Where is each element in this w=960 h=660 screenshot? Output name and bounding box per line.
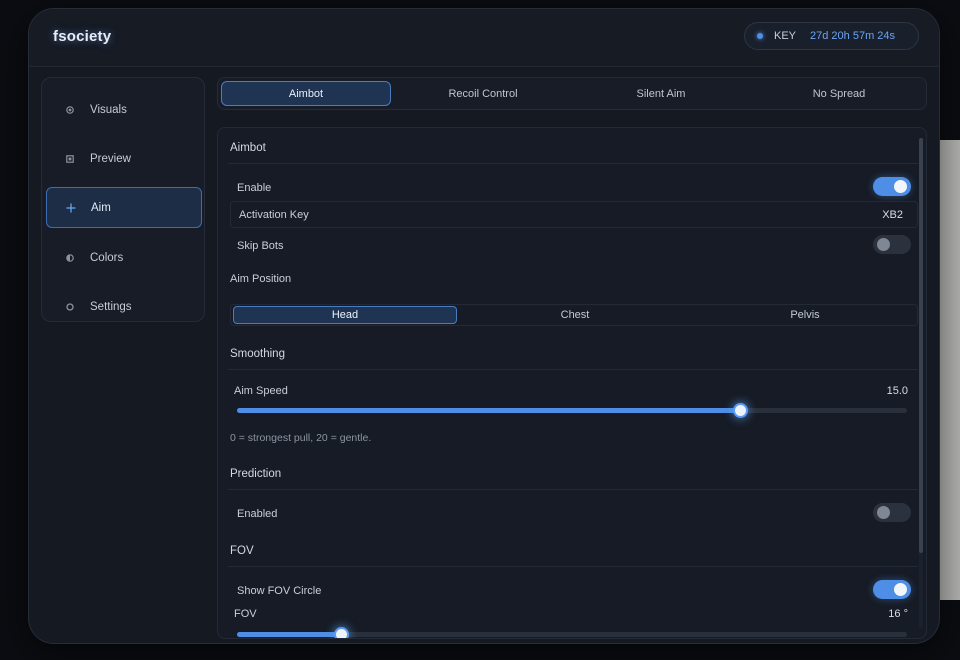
circle-dot-icon — [64, 104, 76, 116]
app-title: fsociety — [53, 28, 112, 45]
sidebar-item-preview[interactable]: Preview — [46, 138, 202, 179]
prediction-enabled-toggle[interactable] — [873, 503, 911, 522]
aim-position-label: Aim Position — [230, 273, 292, 285]
title-bar[interactable]: fsociety KEY 27d 20h 57m 24s — [29, 9, 939, 67]
enable-toggle[interactable] — [873, 177, 911, 196]
skip-bots-toggle[interactable] — [873, 235, 911, 254]
activation-key-label: Activation Key — [239, 209, 309, 221]
fov-label: FOV — [234, 608, 257, 620]
license-time-remaining: 27d 20h 57m 24s — [810, 30, 896, 42]
gear-icon — [64, 301, 76, 313]
tab-silent-aim[interactable]: Silent Aim — [576, 81, 746, 106]
square-icon — [64, 153, 76, 165]
aim-speed-value: 15.0 — [886, 385, 908, 397]
sidebar-item-label: Aim — [91, 201, 111, 214]
activation-key-value: XB2 — [882, 209, 903, 221]
section-title-aimbot: Aimbot — [230, 142, 266, 154]
tab-aimbot[interactable]: Aimbot — [221, 81, 391, 106]
aim-speed-hint: 0 = strongest pull, 20 = gentle. — [230, 432, 372, 444]
divider — [228, 369, 918, 370]
fov-slider-fill — [237, 632, 341, 637]
sidebar-item-aim[interactable]: Aim — [46, 187, 202, 228]
section-title-prediction: Prediction — [230, 468, 282, 480]
enable-label: Enable — [237, 182, 272, 194]
show-fov-circle-toggle[interactable] — [873, 580, 911, 599]
license-key-pill: KEY 27d 20h 57m 24s — [744, 22, 919, 50]
sidebar-item-label: Settings — [90, 300, 132, 313]
sidebar-item-label: Colors — [90, 251, 124, 264]
toggle-knob — [877, 238, 890, 251]
skip-bots-label: Skip Bots — [237, 240, 284, 252]
aim-position-head[interactable]: Head — [233, 306, 457, 324]
aim-position-chest[interactable]: Chest — [463, 306, 687, 324]
aim-speed-slider-fill — [237, 408, 740, 413]
section-title-fov: FOV — [230, 545, 254, 557]
show-fov-circle-label: Show FOV Circle — [237, 585, 322, 597]
toggle-knob — [877, 506, 890, 519]
license-label: KEY — [774, 30, 797, 42]
scrollbar-thumb[interactable] — [919, 138, 923, 553]
aim-position-pelvis[interactable]: Pelvis — [693, 306, 917, 324]
aim-speed-slider-handle[interactable] — [732, 403, 748, 418]
divider — [228, 489, 918, 490]
sidebar-item-label: Visuals — [90, 103, 127, 116]
divider — [228, 163, 918, 164]
settings-panel[interactable]: Aimbot Enable Activation Key XB2 Skip Bo… — [217, 127, 927, 639]
sidebar-item-colors[interactable]: Colors — [46, 237, 202, 278]
tab-no-spread[interactable]: No Spread — [754, 81, 924, 106]
prediction-enabled-label: Enabled — [237, 508, 278, 520]
crosshair-plus-icon — [65, 202, 77, 214]
status-dot-icon — [757, 33, 763, 39]
half-circle-icon — [64, 252, 76, 264]
sidebar-item-settings[interactable]: Settings — [46, 286, 202, 327]
toggle-knob — [894, 583, 907, 596]
sidebar-item-visuals[interactable]: Visuals — [46, 89, 202, 130]
aim-speed-label: Aim Speed — [234, 385, 288, 397]
activation-key-row[interactable]: Activation Key XB2 — [230, 201, 918, 228]
aim-position-selector: Head Chest Pelvis — [230, 304, 918, 326]
section-title-smoothing: Smoothing — [230, 348, 285, 360]
tab-recoil-control[interactable]: Recoil Control — [398, 81, 568, 106]
fov-slider[interactable] — [237, 627, 907, 638]
toggle-knob — [894, 180, 907, 193]
aim-speed-slider[interactable] — [237, 403, 907, 418]
fov-slider-handle[interactable] — [333, 627, 349, 638]
fov-value: 16 ° — [888, 608, 908, 620]
divider — [228, 566, 918, 567]
sidebar: Visuals Preview Aim Colors Settings — [41, 77, 205, 322]
background-panel — [938, 140, 960, 600]
feature-tabs: Aimbot Recoil Control Silent Aim No Spre… — [217, 77, 927, 110]
sidebar-item-label: Preview — [90, 152, 131, 165]
cheat-menu-window: fsociety KEY 27d 20h 57m 24s Visuals Pre… — [28, 8, 940, 644]
